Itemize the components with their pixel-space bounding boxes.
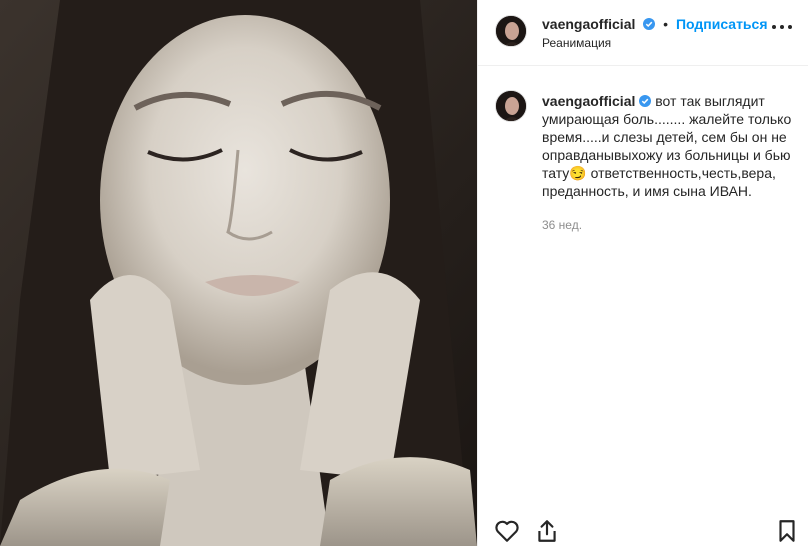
header-user-line: vaengaofficial • Подписаться	[542, 16, 768, 32]
separator-dot: •	[663, 16, 669, 32]
caption-block: vaengaofficial вот так выглядит умирающа…	[495, 84, 795, 232]
caption-username-link[interactable]: vaengaofficial	[542, 93, 635, 109]
heart-icon[interactable]	[494, 518, 520, 544]
avatar-image	[496, 16, 526, 46]
more-options-icon[interactable]	[772, 24, 794, 30]
caption-text: vaengaofficial вот так выглядит умирающа…	[542, 84, 795, 200]
location-link[interactable]: Реанимация	[542, 36, 611, 50]
follow-button[interactable]: Подписаться	[676, 16, 768, 32]
post-photo[interactable]	[0, 0, 477, 546]
verified-badge-icon	[639, 95, 652, 107]
action-bar	[478, 510, 808, 546]
post-details-panel: vaengaofficial • Подписаться Реанимация …	[477, 0, 808, 546]
bookmark-icon[interactable]	[774, 518, 800, 544]
verified-badge-icon	[643, 18, 656, 30]
portrait-image	[0, 0, 477, 546]
share-icon[interactable]	[534, 518, 560, 544]
post-timestamp[interactable]: 36 нед.	[542, 218, 795, 232]
post-header: vaengaofficial • Подписаться Реанимация	[478, 0, 808, 66]
avatar[interactable]	[495, 15, 527, 47]
caption-avatar[interactable]	[495, 90, 527, 122]
avatar-image	[496, 91, 526, 121]
username-link[interactable]: vaengaofficial	[542, 16, 635, 32]
